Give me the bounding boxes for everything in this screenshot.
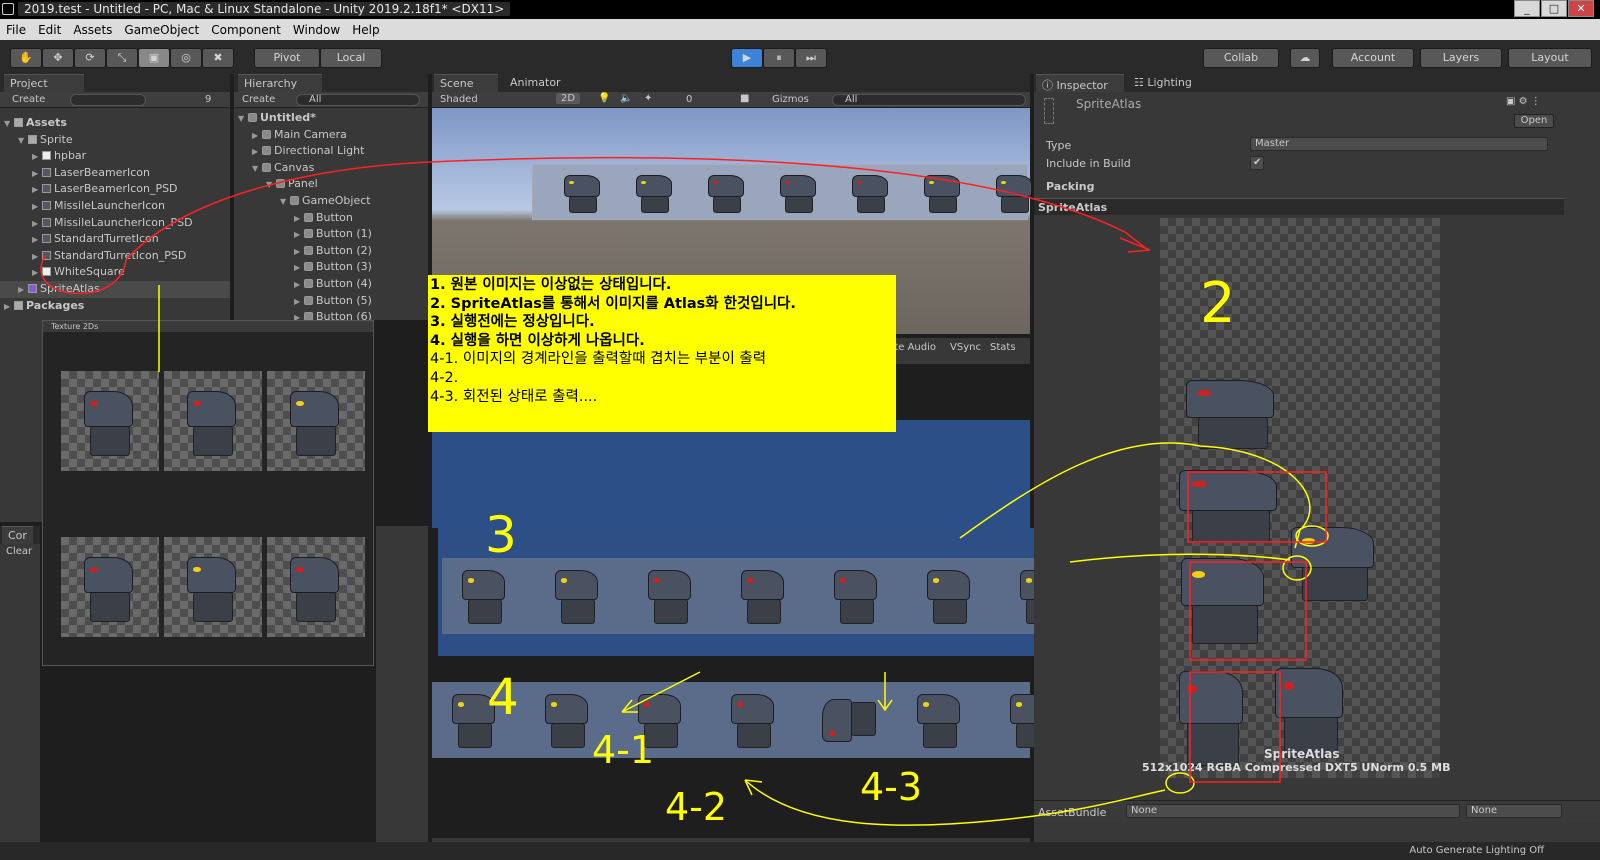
- annotation-overlay: 2 3 4 4-1 4-2 4-3: [40, 156, 1329, 829]
- red-arrow-path: [40, 156, 1149, 295]
- annotation-4-1: 4-1: [592, 728, 654, 772]
- annotation-3: 3: [485, 506, 517, 564]
- annotation-4-2: 4-2: [665, 785, 727, 829]
- annotation-4: 4: [487, 668, 519, 726]
- annotation-2: 2: [1200, 271, 1236, 336]
- annotation-4-3: 4-3: [860, 765, 922, 809]
- yellow-curve-bottom: [744, 779, 1166, 826]
- yellow-arrow-41: [621, 671, 701, 713]
- yellow-curve-top: [959, 442, 1311, 549]
- red-box-1: [1187, 471, 1327, 543]
- yellow-arrow-43: [877, 672, 893, 712]
- yellow-circle-2: [1282, 555, 1312, 581]
- yellow-circle-1: [1295, 525, 1329, 547]
- red-box-3: [1189, 671, 1281, 783]
- red-box-2: [1189, 561, 1307, 661]
- yellow-line-mid: [1069, 553, 1291, 563]
